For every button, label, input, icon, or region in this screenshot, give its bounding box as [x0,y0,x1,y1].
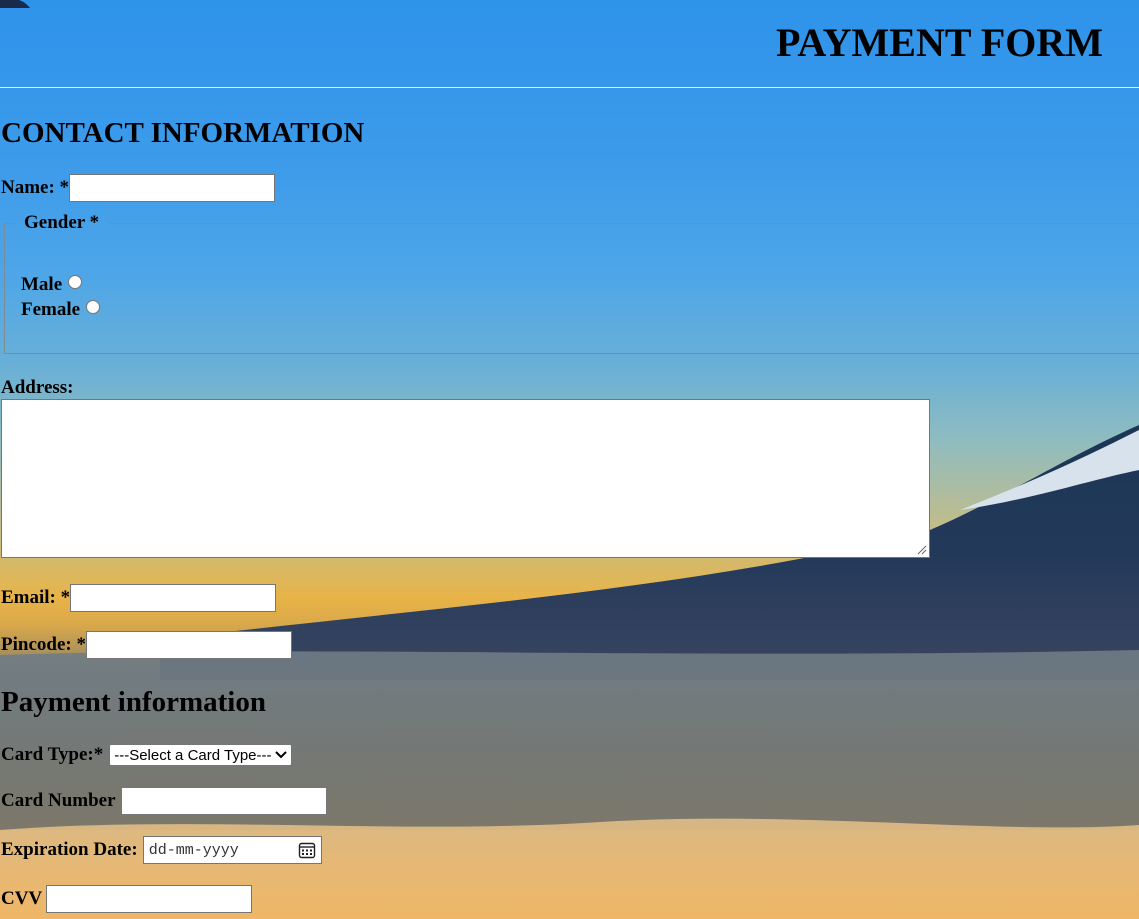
expiration-date-row: Expiration Date: dd-mm-yyyy [1,836,322,864]
card-number-row: Card Number [1,787,327,815]
card-number-label: Card Number [1,790,116,811]
page-title: PAYMENT FORM [775,20,1103,65]
name-label: Name: * [1,177,70,198]
address-label: Address: [1,377,74,398]
expiration-date-placeholder: dd-mm-yyyy [148,841,239,859]
email-row: Email: * [1,584,277,612]
email-label: Email: * [1,587,71,608]
title-divider [0,87,1139,88]
card-type-selected-value: ---Select a Card Type--- [114,746,272,764]
email-input[interactable] [70,584,277,612]
card-type-select[interactable]: ---Select a Card Type--- [109,744,293,766]
pincode-input[interactable] [85,631,292,659]
female-radio[interactable] [86,300,101,314]
cvv-input[interactable] [46,885,253,913]
cvv-label: CVV [1,888,43,909]
pincode-label: Pincode: * [1,634,86,655]
card-type-row: Card Type:* ---Select a Card Type--- [1,744,293,766]
payment-information-heading: Payment information [1,686,266,718]
address-textarea[interactable] [1,399,930,558]
male-radio[interactable] [68,275,83,289]
female-label: Female [21,299,81,320]
payment-form-page: PAYMENT FORM CONTACT INFORMATION Name: *… [0,0,1139,919]
name-input[interactable] [69,174,276,202]
card-number-input[interactable] [120,787,327,815]
contact-information-heading: CONTACT INFORMATION [1,117,365,149]
gender-option-female: Female [21,299,101,321]
gender-option-male: Male [21,274,83,296]
card-type-label: Card Type:* [1,744,104,765]
gender-fieldset: Gender * Male Female [4,212,1139,354]
expiration-date-input[interactable]: dd-mm-yyyy [142,836,322,864]
gender-legend: Gender * [24,212,100,233]
cvv-row: CVV [1,885,253,913]
expiration-date-label: Expiration Date: [1,839,138,860]
male-label: Male [21,274,63,295]
name-row: Name: * [1,174,276,202]
chevron-down-icon [275,751,288,759]
calendar-icon[interactable] [298,841,316,859]
pincode-row: Pincode: * [1,631,292,659]
resize-grip-icon[interactable] [917,545,927,555]
